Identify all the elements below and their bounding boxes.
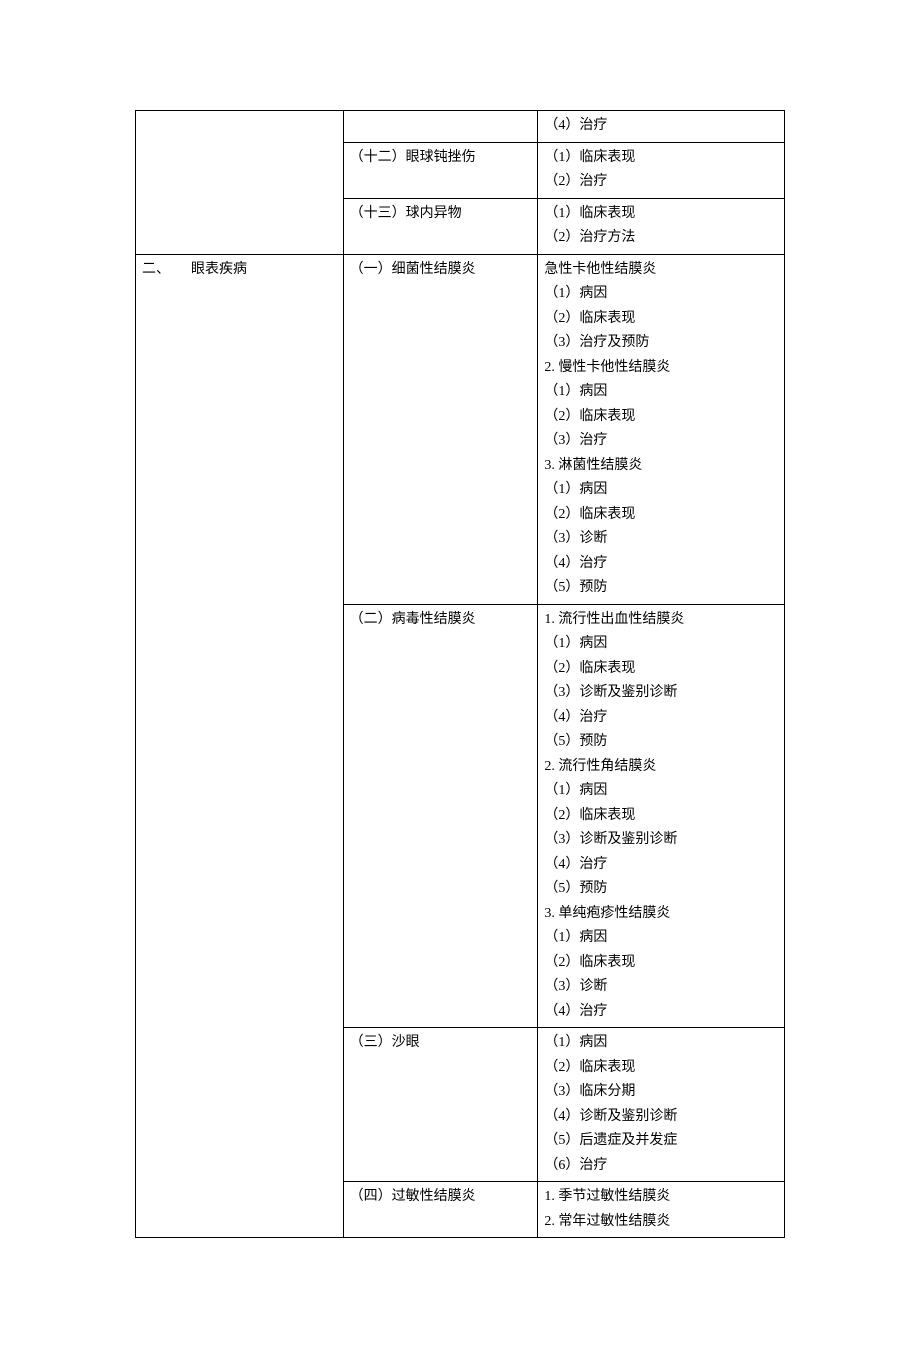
cell-col2: （二）病毒性结膜炎 bbox=[343, 604, 538, 1028]
item-text: （十三）球内异物 bbox=[350, 202, 532, 227]
item-text: （1）病因 bbox=[544, 1031, 778, 1056]
item-text: （2）治疗方法 bbox=[544, 226, 778, 251]
cell-col2: （四）过敏性结膜炎 bbox=[343, 1182, 538, 1238]
item-text: （四）过敏性结膜炎 bbox=[350, 1185, 532, 1210]
item-text: （4）治疗 bbox=[544, 114, 778, 139]
item-text: （1）病因 bbox=[544, 779, 778, 804]
item-text: 2. 慢性卡他性结膜炎 bbox=[544, 356, 778, 381]
item-text: （3）诊断及鉴别诊断 bbox=[544, 681, 778, 706]
cell-col3: 急性卡他性结膜炎 （1）病因 （2）临床表现 （3）治疗及预防 2. 慢性卡他性… bbox=[538, 254, 785, 604]
cell-col2: （三）沙眼 bbox=[343, 1028, 538, 1182]
item-text: 3. 淋菌性结膜炎 bbox=[544, 454, 778, 479]
item-text: 2. 常年过敏性结膜炎 bbox=[544, 1210, 778, 1235]
item-text: （十二）眼球钝挫伤 bbox=[350, 146, 532, 171]
item-text: （1）病因 bbox=[544, 632, 778, 657]
cell-col3: （1）临床表现 （2）治疗方法 bbox=[538, 198, 785, 254]
item-text: （一）细菌性结膜炎 bbox=[350, 258, 532, 283]
item-text: （5）后遗症及并发症 bbox=[544, 1129, 778, 1154]
item-text: （5）预防 bbox=[544, 576, 778, 601]
item-text: （3）诊断 bbox=[544, 975, 778, 1000]
cell-col1 bbox=[136, 111, 344, 255]
item-text: （3）诊断及鉴别诊断 bbox=[544, 828, 778, 853]
item-text: （2）临床表现 bbox=[544, 307, 778, 332]
item-text: （2）临床表现 bbox=[544, 503, 778, 528]
item-text: （1）病因 bbox=[544, 380, 778, 405]
item-text: （1）临床表现 bbox=[544, 202, 778, 227]
item-text: （2）临床表现 bbox=[544, 1056, 778, 1081]
syllabus-table: （4）治疗 （十二）眼球钝挫伤 （1）临床表现 （2）治疗 （十三）球内异物 bbox=[135, 110, 785, 1238]
item-text: 1. 季节过敏性结膜炎 bbox=[544, 1185, 778, 1210]
cell-col3: （1）病因 （2）临床表现 （3）临床分期 （4）诊断及鉴别诊断 （5）后遗症及… bbox=[538, 1028, 785, 1182]
item-text: （4）治疗 bbox=[544, 853, 778, 878]
item-text: （4）治疗 bbox=[544, 1000, 778, 1025]
cell-col1: 二、 眼表疾病 bbox=[136, 254, 344, 1238]
item-text: （4）治疗 bbox=[544, 706, 778, 731]
cell-col3: 1. 流行性出血性结膜炎 （1）病因 （2）临床表现 （3）诊断及鉴别诊断 （4… bbox=[538, 604, 785, 1028]
item-text: （4）诊断及鉴别诊断 bbox=[544, 1105, 778, 1130]
item-text: （5）预防 bbox=[544, 877, 778, 902]
item-text: （2）临床表现 bbox=[544, 405, 778, 430]
item-text: （3）治疗 bbox=[544, 429, 778, 454]
item-text: （三）沙眼 bbox=[350, 1031, 532, 1056]
item-text: 3. 单纯疱疹性结膜炎 bbox=[544, 902, 778, 927]
item-text: （3）诊断 bbox=[544, 527, 778, 552]
item-text: （3）临床分期 bbox=[544, 1080, 778, 1105]
cell-col2 bbox=[343, 111, 538, 143]
cell-col3: （1）临床表现 （2）治疗 bbox=[538, 142, 785, 198]
cell-col3: （4）治疗 bbox=[538, 111, 785, 143]
item-text: （2）临床表现 bbox=[544, 804, 778, 829]
table-row: （4）治疗 bbox=[136, 111, 785, 143]
item-text: （5）预防 bbox=[544, 730, 778, 755]
item-text: （2）临床表现 bbox=[544, 657, 778, 682]
section-heading: 二、 眼表疾病 bbox=[142, 258, 337, 283]
table-row: 二、 眼表疾病 （一）细菌性结膜炎 急性卡他性结膜炎 （1）病因 （2）临床表现… bbox=[136, 254, 785, 604]
cell-col2: （十三）球内异物 bbox=[343, 198, 538, 254]
item-text: （2）临床表现 bbox=[544, 951, 778, 976]
document-page: （4）治疗 （十二）眼球钝挫伤 （1）临床表现 （2）治疗 （十三）球内异物 bbox=[0, 0, 920, 1348]
cell-col2: （十二）眼球钝挫伤 bbox=[343, 142, 538, 198]
item-text: （1）临床表现 bbox=[544, 146, 778, 171]
cell-col3: 1. 季节过敏性结膜炎 2. 常年过敏性结膜炎 bbox=[538, 1182, 785, 1238]
table-body: （4）治疗 （十二）眼球钝挫伤 （1）临床表现 （2）治疗 （十三）球内异物 bbox=[136, 111, 785, 1238]
item-text: （2）治疗 bbox=[544, 170, 778, 195]
item-text: 2. 流行性角结膜炎 bbox=[544, 755, 778, 780]
item-text: （二）病毒性结膜炎 bbox=[350, 608, 532, 633]
item-text: （1）病因 bbox=[544, 926, 778, 951]
item-text: 急性卡他性结膜炎 bbox=[544, 258, 778, 283]
item-text: （1）病因 bbox=[544, 478, 778, 503]
item-text: （3）治疗及预防 bbox=[544, 331, 778, 356]
cell-col2: （一）细菌性结膜炎 bbox=[343, 254, 538, 604]
item-text: 1. 流行性出血性结膜炎 bbox=[544, 608, 778, 633]
item-text: （4）治疗 bbox=[544, 552, 778, 577]
item-text: （6）治疗 bbox=[544, 1154, 778, 1179]
item-text: （1）病因 bbox=[544, 282, 778, 307]
